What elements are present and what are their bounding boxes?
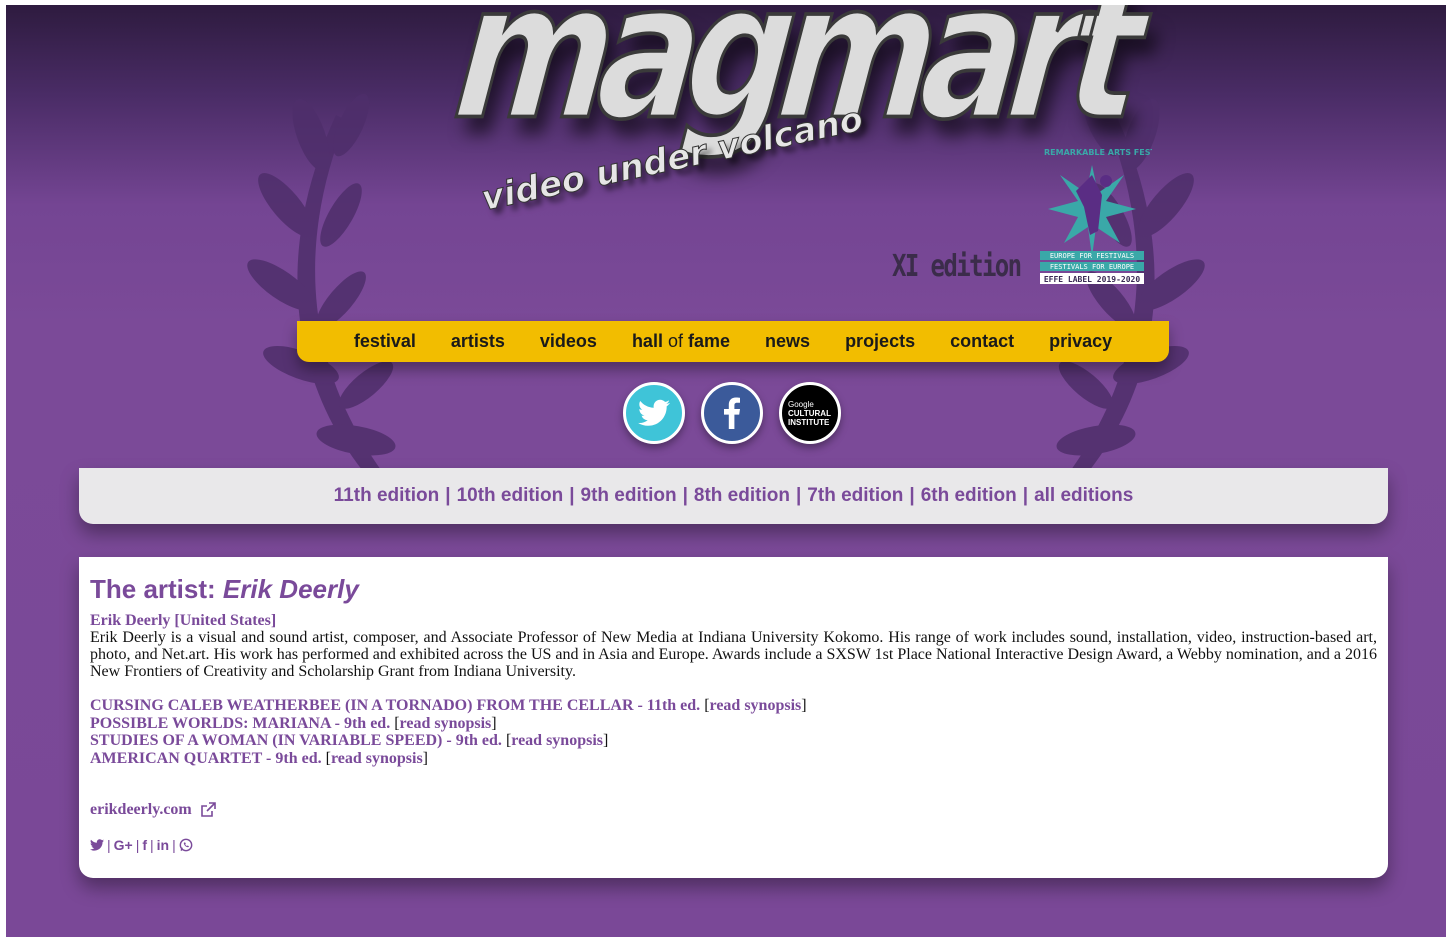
main-navigation: festival artists videos hall of fame new… (297, 321, 1169, 362)
nav-artists[interactable]: artists (451, 331, 505, 352)
page-header-background: magmart video under volcano XI edition R… (6, 5, 1446, 937)
edition-separator: | (682, 485, 688, 506)
edition-label: XI edition (892, 249, 1022, 284)
twitter-button[interactable] (623, 382, 685, 444)
effe-label-badge: REMARKABLE ARTS FESTIVAL EUROPE FOR FEST… (1040, 148, 1152, 284)
work-title[interactable]: POSSIBLE WORLDS: MARIANA - 9th ed. (90, 715, 390, 732)
effe-line3: EFFE LABEL 2019-2020 (1044, 275, 1141, 284)
read-synopsis-link[interactable]: read synopsis (331, 750, 423, 767)
gci-line2: CULTURAL (788, 408, 831, 418)
share-bar: | G+ | f | in | (90, 837, 1377, 853)
linkedin-share[interactable]: in (157, 837, 169, 853)
nav-videos[interactable]: videos (540, 331, 597, 352)
artist-name-country: Erik Deerly [United States] (90, 612, 277, 629)
read-synopsis-link[interactable]: read synopsis (511, 732, 603, 749)
twitter-icon (638, 399, 670, 426)
website-text: erikdeerly.com (90, 801, 192, 818)
nav-news[interactable]: news (765, 331, 810, 352)
gci-line3: INSTITUTE (788, 417, 830, 427)
edition-separator: | (569, 485, 575, 506)
read-synopsis-link[interactable]: read synopsis (400, 715, 492, 732)
edition-separator: | (909, 485, 915, 506)
nav-contact[interactable]: contact (950, 331, 1014, 352)
work-item: STUDIES OF A WOMAN (IN VARIABLE SPEED) -… (90, 732, 609, 749)
nav-fame-word: fame (688, 331, 731, 351)
share-separator: | (150, 837, 154, 853)
edition-link-8th[interactable]: 8th edition (694, 485, 790, 507)
external-link-icon (200, 802, 216, 817)
nav-hall-word: hall (631, 331, 663, 351)
effe-line2: FESTIVALS FOR EUROPE (1050, 263, 1134, 271)
read-synopsis-link[interactable]: read synopsis (710, 697, 802, 714)
artist-card: The artist: Erik Deerly Erik Deerly [Uni… (79, 557, 1388, 878)
twitter-icon[interactable] (90, 839, 104, 851)
edition-separator: | (795, 485, 802, 506)
work-item: CURSING CALEB WEATHERBEE (IN A TORNADO) … (90, 697, 807, 714)
nav-projects[interactable]: projects (845, 331, 915, 352)
work-item: POSSIBLE WORLDS: MARIANA - 9th ed. [read… (90, 714, 497, 732)
work-title[interactable]: CURSING CALEB WEATHERBEE (IN A TORNADO) … (90, 697, 700, 714)
effe-arc-text: REMARKABLE ARTS FESTIVAL (1044, 148, 1152, 157)
google-cultural-institute-button[interactable]: Google CULTURAL INSTITUTE (779, 382, 841, 444)
edition-link-7th[interactable]: 7th edition (807, 485, 903, 507)
artist-website-link[interactable]: erikdeerly.com (90, 801, 1377, 819)
facebook-share[interactable]: f (142, 837, 147, 853)
facebook-button[interactable] (701, 382, 763, 444)
artist-bio: Erik Deerly is a visual and sound artist… (90, 629, 1377, 680)
edition-link-9th[interactable]: 9th edition (581, 485, 677, 507)
heading-artist-name: Erik Deerly (222, 574, 359, 604)
nav-privacy[interactable]: privacy (1049, 331, 1112, 352)
edition-link-all[interactable]: all editions (1034, 485, 1133, 507)
edition-separator: | (1022, 485, 1029, 506)
nav-of-word: of (667, 331, 683, 351)
edition-link-10th[interactable]: 10th edition (457, 485, 564, 507)
share-separator: | (172, 837, 176, 853)
editions-bar: 11th edition | 10th edition | 9th editio… (79, 468, 1388, 524)
effe-line1: EUROPE FOR FESTIVALS (1050, 252, 1134, 260)
gci-line1: Google (788, 399, 814, 409)
nav-festival[interactable]: festival (354, 331, 416, 352)
work-item: AMERICAN QUARTET - 9th ed. [read synopsi… (90, 749, 428, 767)
works-list: CURSING CALEB WEATHERBEE (IN A TORNADO) … (90, 697, 1377, 767)
work-title[interactable]: STUDIES OF A WOMAN (IN VARIABLE SPEED) -… (90, 732, 502, 749)
share-separator: | (107, 837, 111, 853)
heading-prefix: The artist: (90, 574, 223, 604)
work-title[interactable]: AMERICAN QUARTET - 9th ed. (90, 750, 322, 767)
share-separator: | (135, 837, 140, 853)
facebook-icon (724, 397, 740, 429)
whatsapp-icon[interactable] (179, 838, 193, 852)
googleplus-share[interactable]: G+ (114, 837, 133, 853)
edition-separator: | (445, 485, 451, 506)
nav-hall-of-fame[interactable]: hall of fame (632, 331, 730, 352)
page-title: The artist: Erik Deerly (90, 573, 1377, 605)
edition-link-6th[interactable]: 6th edition (921, 485, 1017, 507)
edition-link-11th[interactable]: 11th edition (334, 485, 440, 507)
